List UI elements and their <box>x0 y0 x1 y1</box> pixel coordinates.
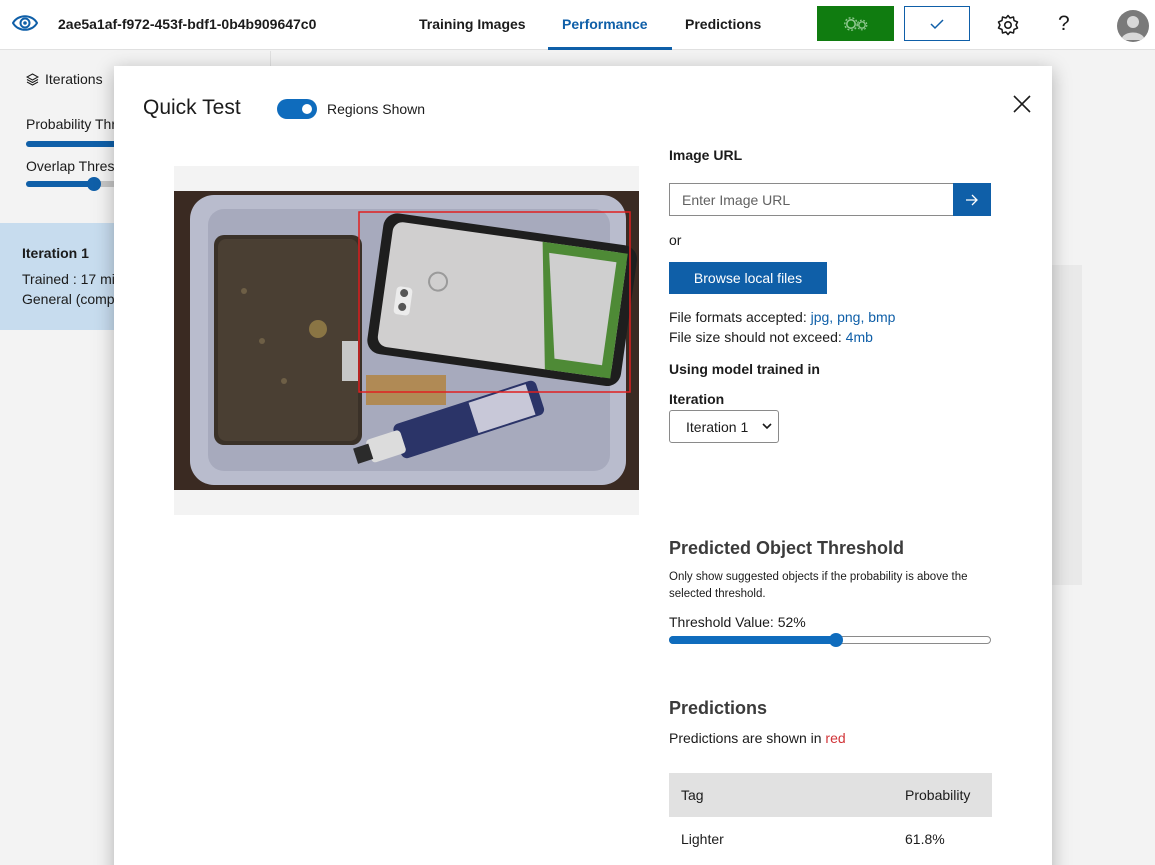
tab-predictions[interactable]: Predictions <box>685 16 761 32</box>
file-formats-info: File formats accepted: jpg, png, bmp <box>669 309 895 325</box>
column-header-probability: Probability <box>905 787 971 803</box>
regions-toggle[interactable] <box>277 99 317 119</box>
close-icon[interactable] <box>1012 94 1032 114</box>
file-size-value: 4mb <box>845 329 873 345</box>
threshold-value-label: Threshold Value: 52% <box>669 614 806 630</box>
eye-icon[interactable] <box>12 12 38 34</box>
dialog-title: Quick Test <box>143 96 241 119</box>
predictions-table-header: Tag Probability <box>669 773 992 817</box>
column-header-tag: Tag <box>681 787 704 803</box>
predictions-note-prefix: Predictions are shown in <box>669 730 826 746</box>
checkmark-icon <box>930 18 944 29</box>
submit-url-button[interactable] <box>953 183 991 216</box>
help-button[interactable]: ? <box>1058 12 1076 36</box>
tab-training-images[interactable]: Training Images <box>419 16 526 32</box>
file-formats-prefix: File formats accepted: <box>669 309 811 325</box>
iterations-header[interactable]: Iterations <box>26 71 103 87</box>
or-separator: or <box>669 232 682 248</box>
probability-threshold-label: Probability Thr <box>26 116 117 132</box>
threshold-section-title: Predicted Object Threshold <box>669 538 905 558</box>
model-trained-label: Using model trained in <box>669 361 820 377</box>
iteration-card-title: Iteration 1 <box>22 245 89 261</box>
regions-toggle-label: Regions Shown <box>327 101 426 117</box>
threshold-description: Only show suggested objects if the proba… <box>669 571 968 600</box>
person-icon <box>1121 16 1145 40</box>
overlap-threshold-label: Overlap Thresh <box>26 158 123 174</box>
prediction-tag: Lighter <box>681 831 724 847</box>
iterations-label: Iterations <box>45 71 103 87</box>
active-tab-indicator <box>548 47 672 50</box>
predictions-table: Tag Probability Lighter 61.8% <box>669 773 992 861</box>
test-image <box>174 191 639 490</box>
predictions-section-title: Predictions <box>669 698 768 718</box>
iteration-trained-time: Trained : 17 mi <box>22 271 115 287</box>
arrow-right-icon <box>966 194 978 205</box>
layers-icon <box>26 72 39 86</box>
iteration-domain: General (compa <box>22 291 123 307</box>
predictions-color-word: red <box>825 730 846 746</box>
predictions-note: Predictions are shown in red <box>669 730 846 746</box>
project-id: 2ae5a1af-f972-453f-bdf1-0b4b909647c0 <box>58 16 317 32</box>
background-panel <box>1052 265 1082 585</box>
quick-test-dialog: Quick Test Regions Shown Image URL Enter… <box>114 66 1052 865</box>
file-size-prefix: File size should not exceed: <box>669 329 846 345</box>
threshold-slider-fill <box>669 636 836 644</box>
table-row[interactable]: Lighter 61.8% <box>669 817 992 861</box>
tab-performance[interactable]: Performance <box>562 16 648 32</box>
iteration-label: Iteration <box>669 391 725 407</box>
browse-local-files-button[interactable]: Browse local files <box>669 262 827 294</box>
top-bar: 2ae5a1af-f972-453f-bdf1-0b4b909647c0 Tra… <box>0 0 1155 50</box>
file-size-info: File size should not exceed: 4mb <box>669 329 873 345</box>
train-button[interactable] <box>817 6 894 41</box>
image-url-label: Image URL <box>669 147 743 163</box>
avatar[interactable] <box>1117 10 1149 42</box>
quick-test-button[interactable] <box>904 6 970 41</box>
file-formats-value: jpg, png, bmp <box>810 309 896 325</box>
image-url-input[interactable] <box>669 183 954 216</box>
threshold-slider[interactable] <box>669 633 991 647</box>
threshold-slider-thumb[interactable] <box>829 633 843 647</box>
gears-icon <box>843 16 867 31</box>
iteration-select[interactable]: Iteration 1 <box>669 410 779 443</box>
prediction-probability: 61.8% <box>905 831 945 847</box>
test-image-frame <box>174 166 639 515</box>
gear-icon[interactable] <box>997 14 1019 36</box>
iteration-select-value: Iteration 1 <box>686 418 749 435</box>
chevron-down-icon <box>762 423 772 430</box>
